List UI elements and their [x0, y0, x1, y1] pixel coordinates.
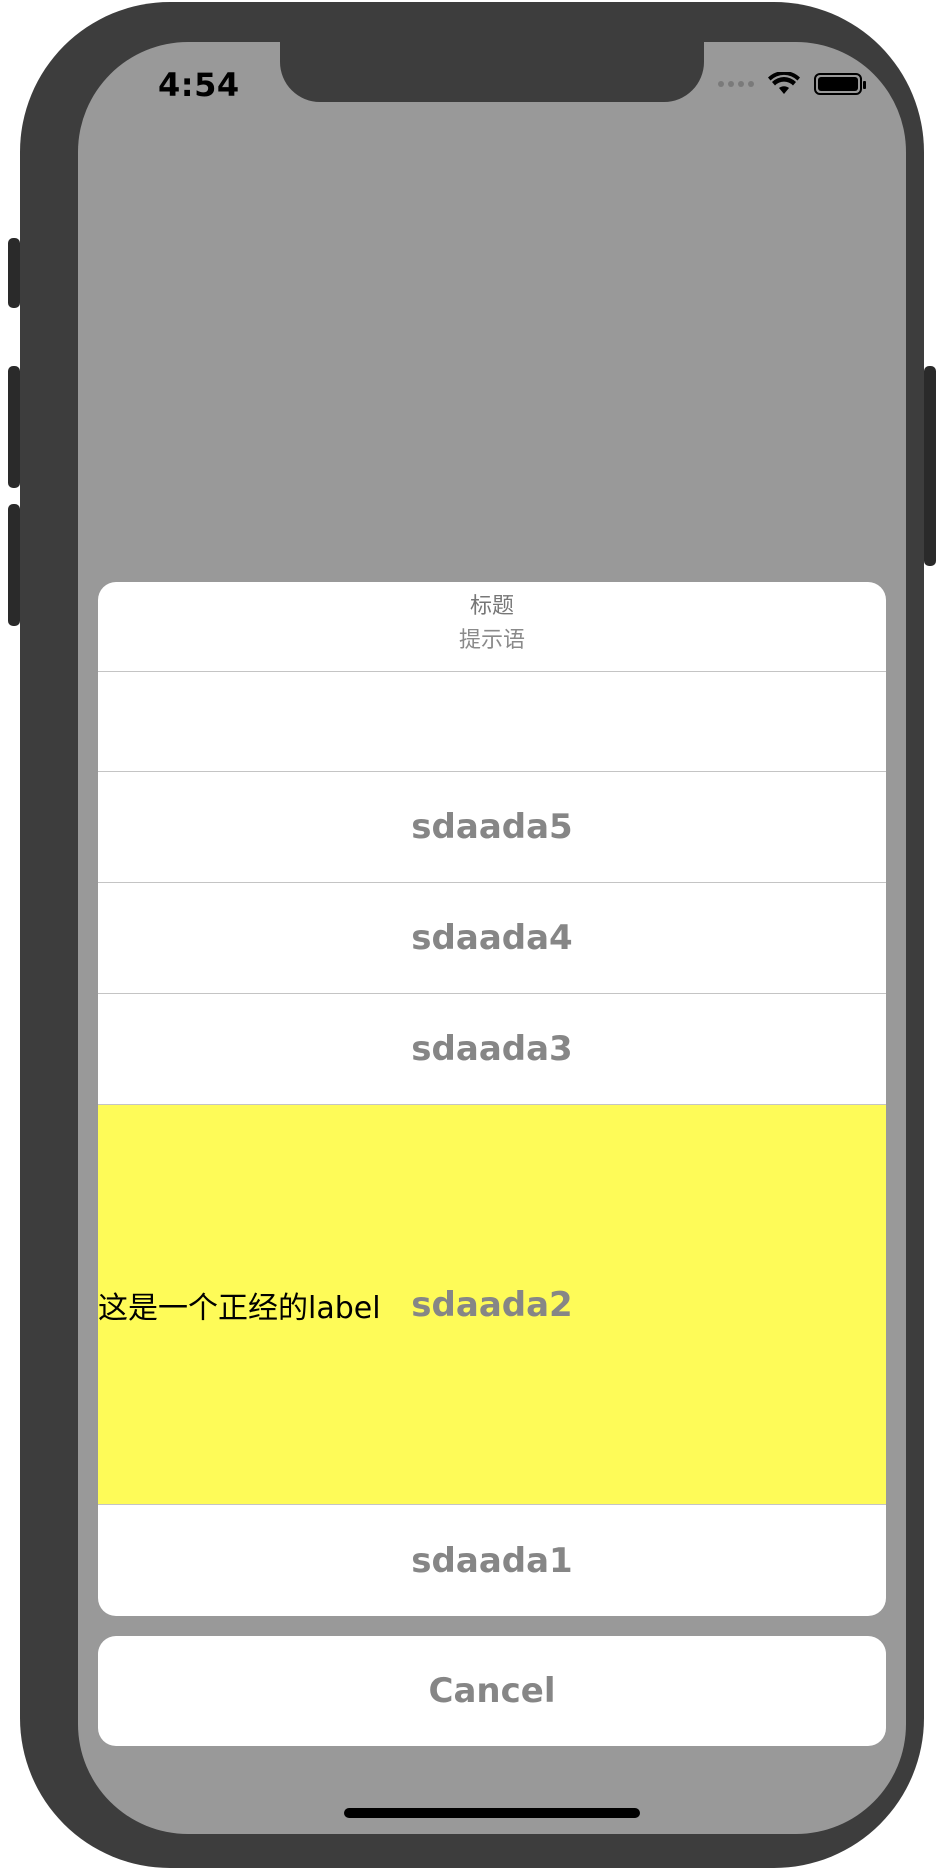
- action-sheet-header: 标题 提示语: [98, 582, 886, 672]
- action-sheet-title: 标题: [469, 594, 514, 619]
- custom-label: 这是一个正经的label: [98, 1290, 381, 1326]
- mute-switch: [8, 238, 20, 308]
- power-button: [924, 366, 936, 566]
- home-indicator[interactable]: [344, 1808, 640, 1818]
- action-item-sdaada3[interactable]: sdaada3: [98, 994, 886, 1105]
- action-item-sdaada2[interactable]: 这是一个正经的label sdaada2: [98, 1105, 886, 1505]
- cellular-dots-icon: [718, 81, 754, 87]
- action-item-sdaada1[interactable]: sdaada1: [98, 1505, 886, 1616]
- wifi-icon: [768, 72, 800, 94]
- device-frame: 4:54 标题 提示语 sdaada5 sdaada4 sdaada3 这是一个…: [8, 2, 936, 1868]
- screen: 4:54 标题 提示语 sdaada5 sdaada4 sdaada3 这是一个…: [78, 42, 906, 1834]
- volume-up-button: [8, 366, 20, 488]
- battery-icon: [814, 73, 866, 95]
- status-time: 4:54: [158, 66, 240, 104]
- action-item-sdaada5[interactable]: sdaada5: [98, 772, 886, 883]
- cancel-button[interactable]: Cancel: [98, 1636, 886, 1746]
- action-sheet-blank-row: [98, 672, 886, 772]
- action-sheet: 标题 提示语 sdaada5 sdaada4 sdaada3 这是一个正经的la…: [98, 582, 886, 1616]
- action-sheet-message: 提示语: [458, 628, 525, 653]
- action-item-sdaada4[interactable]: sdaada4: [98, 883, 886, 994]
- action-item-label: sdaada2: [411, 1284, 573, 1325]
- volume-down-button: [8, 504, 20, 626]
- status-icons: [718, 72, 866, 96]
- notch: [280, 42, 704, 102]
